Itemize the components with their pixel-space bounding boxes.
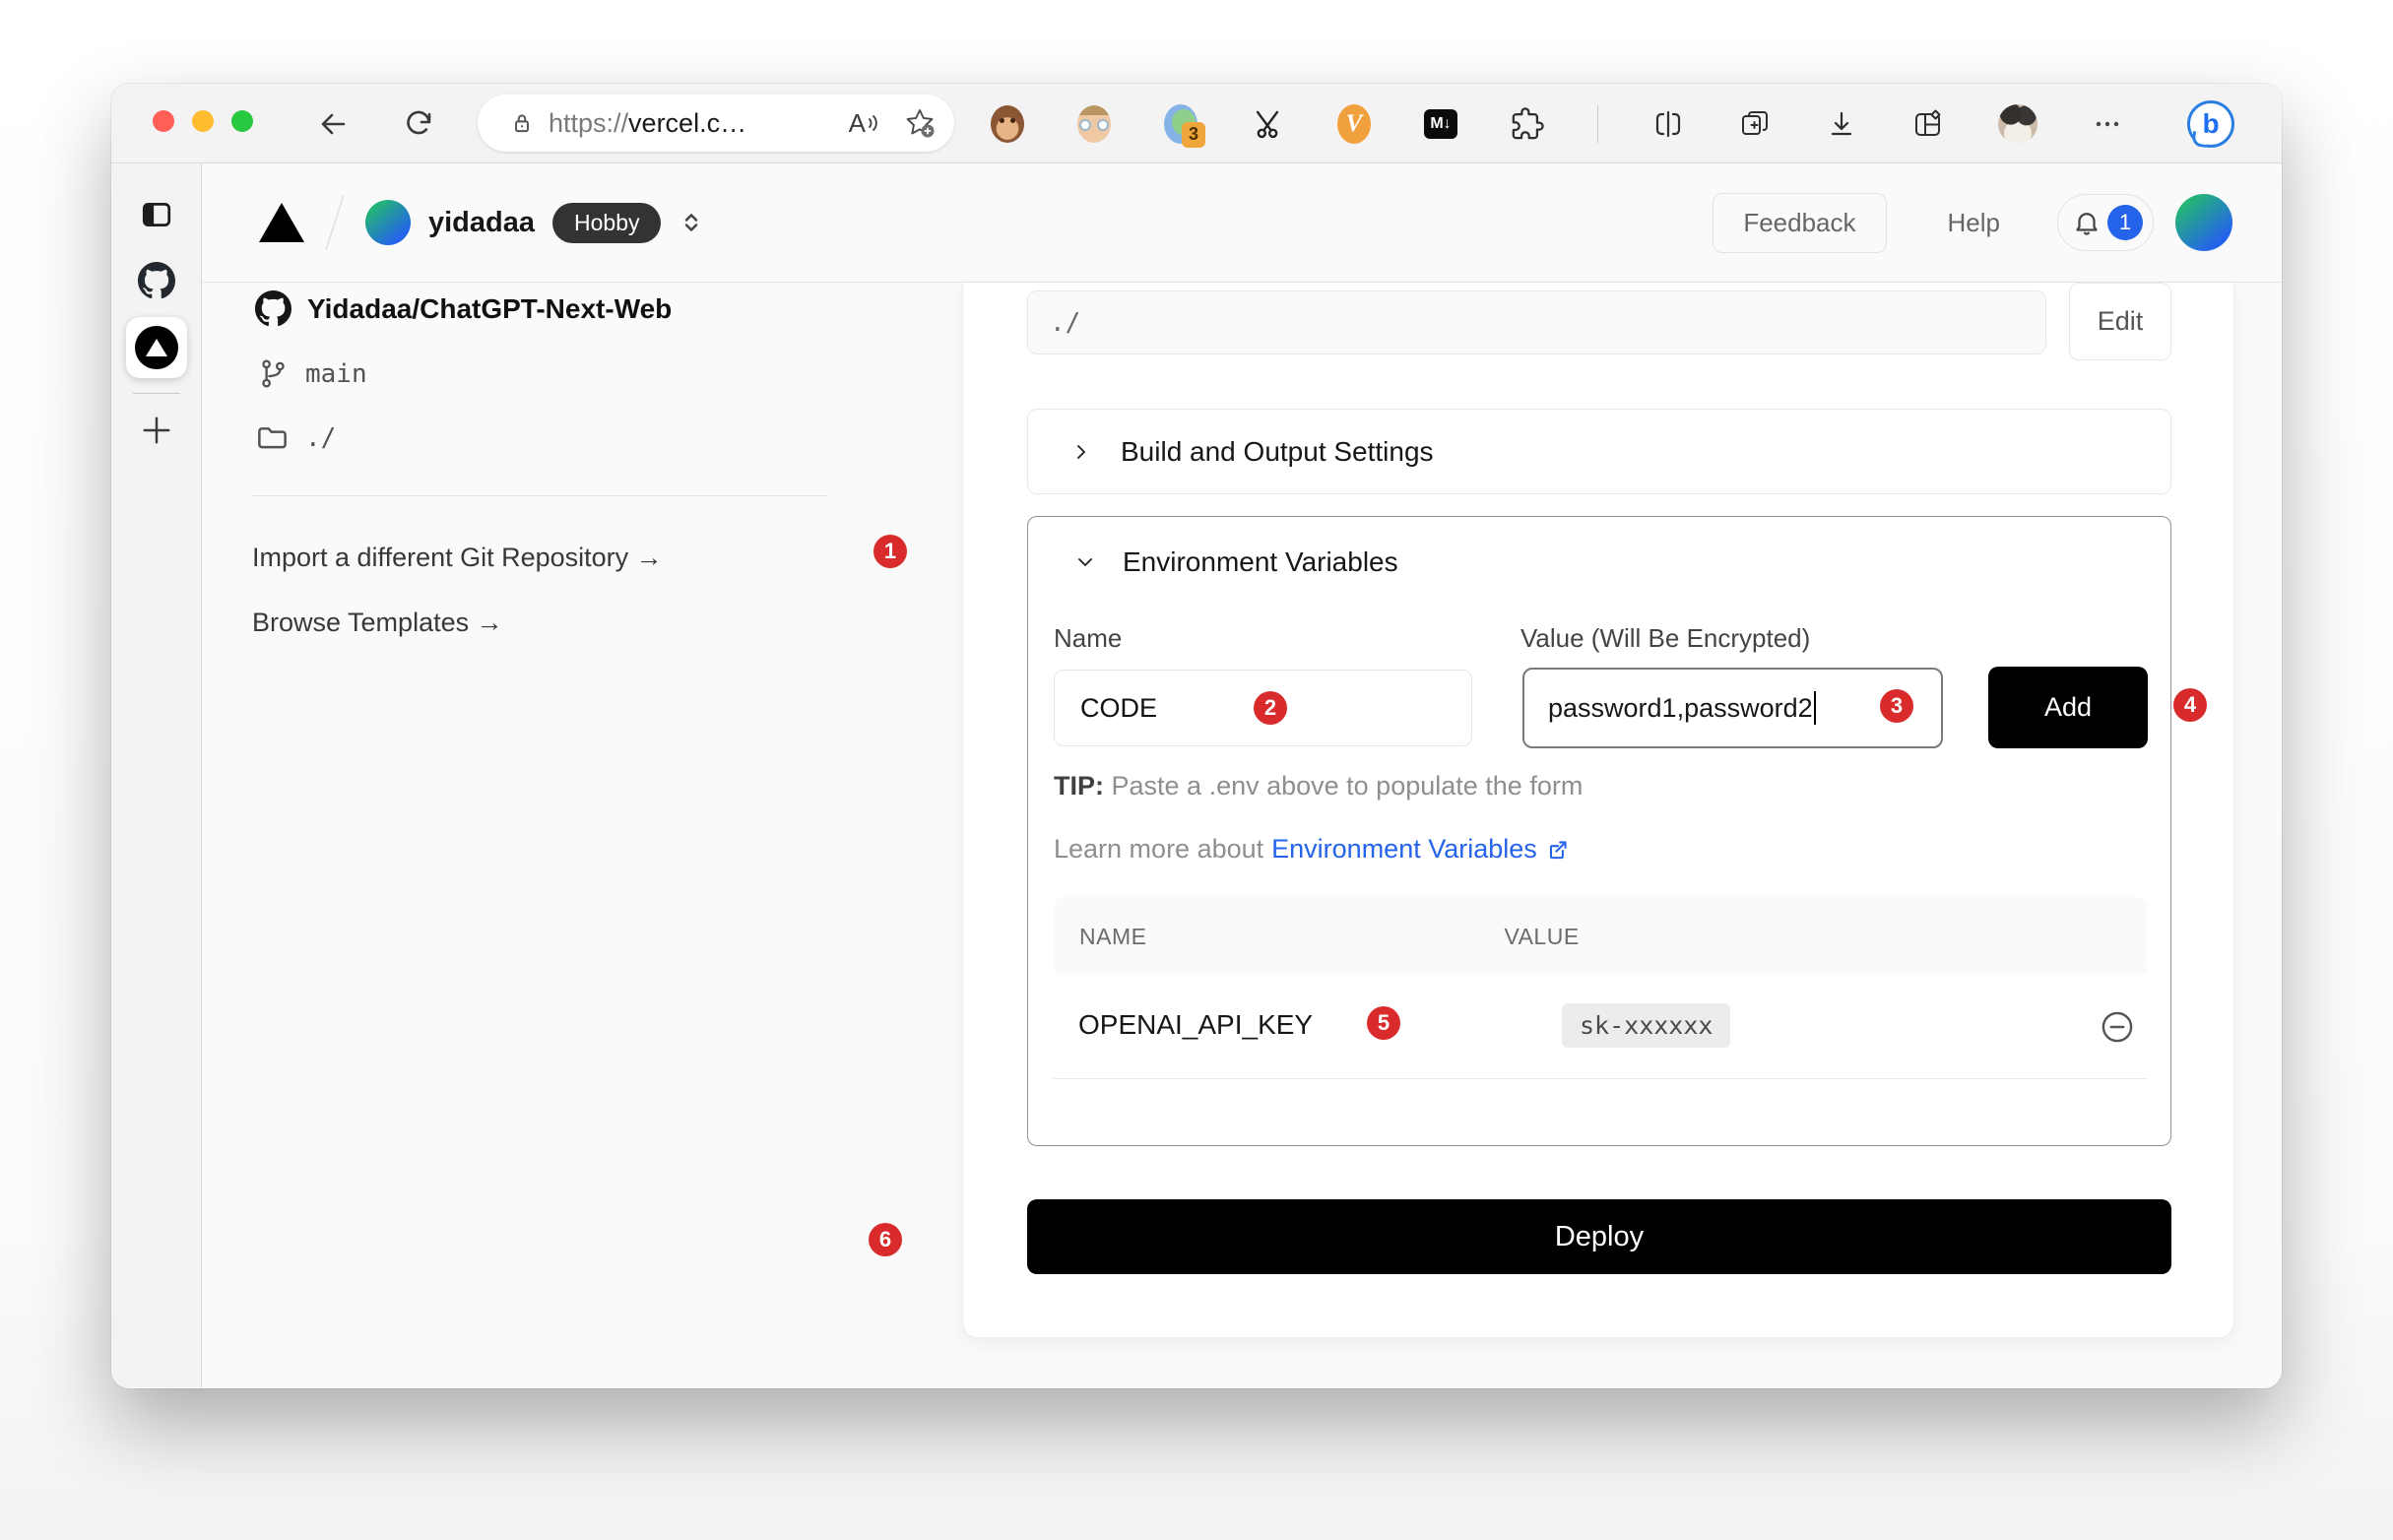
- env-row-value-chip: sk-xxxxxx: [1562, 1003, 1730, 1048]
- annotation-badge-2: 2: [1254, 691, 1287, 725]
- browse-templates-link[interactable]: Browse Templates →: [252, 608, 503, 638]
- env-docs-link[interactable]: Environment Variables: [1271, 834, 1571, 865]
- url-text: https://vercel.c…: [549, 108, 746, 139]
- address-bar[interactable]: https://vercel.c… A: [478, 95, 954, 152]
- annotation-badge-4: 4: [2173, 688, 2207, 722]
- build-section-title: Build and Output Settings: [1121, 436, 1434, 468]
- split-screen-icon[interactable]: [1651, 104, 1685, 144]
- deploy-button[interactable]: Deploy: [1027, 1199, 2171, 1274]
- team-switcher-chevrons[interactable]: [677, 208, 706, 237]
- avatar-extension-icon[interactable]: [1077, 104, 1111, 144]
- close-window-button[interactable]: [153, 110, 174, 132]
- env-value-label: Value (Will Be Encrypted): [1520, 623, 1810, 654]
- browser-essentials-icon[interactable]: [1911, 104, 1945, 144]
- tab-vercel-active[interactable]: [126, 317, 187, 378]
- user-avatar[interactable]: [2175, 194, 2232, 251]
- team-avatar[interactable]: [365, 200, 411, 245]
- annotation-badge-6: 6: [869, 1223, 902, 1256]
- left-divider: [252, 495, 826, 496]
- branch-name: main: [305, 359, 367, 389]
- root-dir-row: ./: [255, 420, 336, 455]
- branch-row: main: [257, 357, 367, 390]
- plan-badge: Hobby: [552, 203, 661, 243]
- env-row-name: OPENAI_API_KEY: [1078, 1009, 1313, 1041]
- feedback-button[interactable]: Feedback: [1713, 193, 1886, 253]
- notification-count-badge: 1: [2107, 205, 2143, 240]
- import-config-card: ./ Edit Build and Output Settings Enviro…: [962, 283, 2234, 1338]
- bing-chat-icon[interactable]: b: [2187, 104, 2234, 144]
- vc-extension-icon[interactable]: V: [1337, 104, 1371, 144]
- favorites-star-icon[interactable]: [903, 106, 937, 140]
- tab-github-icon[interactable]: [138, 262, 175, 299]
- vertical-tab-strip: [111, 163, 202, 1387]
- repo-row: Yidadaa/ChatGPT-Next-Web: [255, 290, 672, 327]
- external-link-icon: [1545, 837, 1571, 863]
- vercel-header: yidadaa Hobby Feedback Help 1: [202, 163, 2282, 283]
- extension-count-badge: 3: [1182, 122, 1205, 148]
- tab-panel-icon[interactable]: [139, 197, 174, 232]
- browser-titlebar: https://vercel.c… A 3 V M↓: [111, 84, 2282, 163]
- git-branch-icon: [257, 357, 290, 390]
- folder-icon: [255, 420, 290, 455]
- import-different-repo-link[interactable]: Import a different Git Repository →: [252, 543, 663, 573]
- help-link[interactable]: Help: [1948, 208, 2000, 238]
- github-icon: [255, 290, 291, 327]
- team-name[interactable]: yidadaa: [428, 207, 535, 239]
- env-table-header-value: VALUE: [1504, 924, 1579, 950]
- env-learn-more: Learn more about Environment Variables: [1054, 834, 1571, 865]
- tampermonkey-extension-icon[interactable]: [991, 104, 1024, 144]
- extensions-puzzle-icon[interactable]: [1511, 104, 1544, 144]
- chevron-down-icon: [1073, 550, 1097, 574]
- annotation-badge-1: 1: [873, 535, 907, 568]
- downloads-icon[interactable]: [1825, 104, 1858, 144]
- annotation-badge-3: 3: [1880, 689, 1913, 723]
- counter-extension-icon[interactable]: 3: [1164, 104, 1197, 144]
- annotation-badge-5: 5: [1367, 1006, 1400, 1040]
- tab-strip-divider: [133, 393, 180, 394]
- browser-window: https://vercel.c… A 3 V M↓: [111, 84, 2282, 1388]
- env-row-divider: [1054, 1078, 2147, 1079]
- text-caret: [1814, 691, 1817, 725]
- root-directory-input[interactable]: ./: [1027, 290, 2046, 354]
- env-section-title: Environment Variables: [1123, 546, 1398, 578]
- vercel-logo[interactable]: [259, 203, 304, 242]
- new-tab-button[interactable]: [138, 412, 175, 449]
- env-tip-text: TIP: Paste a .env above to populate the …: [1054, 771, 1583, 802]
- add-env-button[interactable]: Add: [1988, 667, 2148, 748]
- toolbar-divider: [1597, 105, 1598, 143]
- build-output-settings-section[interactable]: Build and Output Settings: [1027, 409, 2171, 494]
- profile-avatar[interactable]: [1998, 104, 2037, 144]
- vercel-page: yidadaa Hobby Feedback Help 1: [202, 163, 2282, 1387]
- chevron-right-icon: [1069, 440, 1093, 464]
- env-table-header-name: NAME: [1079, 924, 1146, 950]
- back-icon[interactable]: [316, 107, 350, 141]
- bell-icon: [2072, 208, 2102, 237]
- env-table-header: NAME VALUE: [1054, 897, 2147, 976]
- breadcrumb-slash: [325, 195, 345, 250]
- minimize-window-button[interactable]: [192, 110, 214, 132]
- env-name-label: Name: [1054, 623, 1122, 654]
- markdown-extension-icon[interactable]: M↓: [1424, 104, 1457, 144]
- zoom-window-button[interactable]: [231, 110, 253, 132]
- env-section-header[interactable]: Environment Variables: [1073, 546, 1398, 578]
- remove-env-row-icon[interactable]: [2100, 1009, 2135, 1045]
- environment-variables-section: Environment Variables Name Value (Will B…: [1027, 516, 2171, 1146]
- reload-icon[interactable]: [403, 107, 436, 141]
- notifications-button[interactable]: 1: [2057, 194, 2154, 251]
- edit-root-button[interactable]: Edit: [2069, 283, 2171, 360]
- extensions-toolbar: 3 V M↓: [991, 84, 2234, 163]
- lock-icon: [509, 110, 535, 136]
- settings-more-icon[interactable]: [2091, 104, 2124, 144]
- repo-name: Yidadaa/ChatGPT-Next-Web: [307, 293, 672, 325]
- root-dir: ./: [305, 423, 336, 453]
- collections-icon[interactable]: [1738, 104, 1772, 144]
- read-aloud-icon[interactable]: A: [849, 108, 879, 139]
- scissors-extension-icon[interactable]: [1251, 104, 1284, 144]
